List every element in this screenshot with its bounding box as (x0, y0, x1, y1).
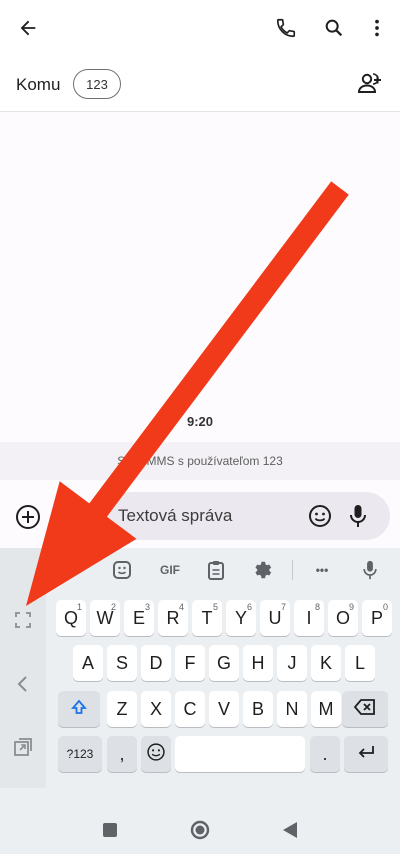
message-placeholder: Textová správa (118, 506, 233, 525)
key-u[interactable]: U7 (260, 600, 290, 636)
key-v[interactable]: V (209, 691, 239, 727)
key-c[interactable]: C (175, 691, 205, 727)
enter-icon (356, 743, 376, 766)
recipient-row: Komu 123 (0, 56, 400, 112)
message-input[interactable]: Textová správa (92, 492, 390, 540)
search-icon[interactable] (320, 14, 348, 42)
key-alt-label: 3 (144, 602, 150, 612)
key-a[interactable]: A (73, 645, 103, 681)
key-label: T (201, 607, 213, 628)
sticker-icon[interactable] (110, 558, 134, 582)
key-label: Y (234, 607, 247, 628)
gallery-icon[interactable] (58, 504, 84, 530)
backspace-icon (353, 698, 377, 721)
more-vert-icon[interactable] (363, 14, 391, 42)
gif-button[interactable]: GIF (156, 558, 184, 582)
emoji-icon[interactable] (308, 504, 332, 528)
key-k[interactable]: K (311, 645, 341, 681)
compose-bar: Textová správa (0, 480, 400, 548)
key-y[interactable]: Y6 (226, 600, 256, 636)
settings-icon[interactable] (250, 558, 274, 582)
key-m[interactable]: M (311, 691, 341, 727)
key-label: O (335, 607, 350, 628)
message-time: 9:20 (186, 414, 214, 429)
backspace-key[interactable] (342, 691, 388, 727)
toolbar-divider (292, 560, 293, 580)
period-key[interactable]: . (310, 736, 340, 772)
key-r[interactable]: R4 (158, 600, 188, 636)
key-label: Q (63, 607, 78, 628)
system-nav-bar (0, 788, 400, 854)
key-alt-label: 9 (348, 602, 354, 612)
key-alt-label: 4 (178, 602, 184, 612)
phone-icon[interactable] (272, 14, 300, 42)
key-o[interactable]: O9 (328, 600, 358, 636)
key-x[interactable]: X (141, 691, 171, 727)
back-arrow-icon[interactable] (14, 14, 42, 42)
key-t[interactable]: T5 (192, 600, 222, 636)
nav-square-icon[interactable] (102, 822, 118, 843)
key-j[interactable]: J (277, 645, 307, 681)
more-options-button[interactable]: ••• (310, 558, 334, 582)
mic-icon[interactable] (346, 503, 370, 529)
key-d[interactable]: D (141, 645, 171, 681)
space-key[interactable] (175, 736, 305, 772)
key-s[interactable]: S (107, 645, 137, 681)
key-label: I (306, 607, 312, 628)
shift-icon (70, 698, 88, 721)
shift-key[interactable] (58, 691, 100, 727)
chevron-left-icon[interactable] (11, 672, 35, 696)
app-bar (0, 0, 400, 56)
add-circle-icon[interactable] (14, 503, 42, 531)
key-n[interactable]: N (277, 691, 307, 727)
comma-key[interactable]: , (107, 736, 137, 772)
key-g[interactable]: G (209, 645, 239, 681)
emoji-key-icon (146, 742, 166, 767)
conversation-info: SMS/MMS s používateľom 123 (0, 442, 400, 480)
key-label: U (268, 607, 282, 628)
enter-key[interactable] (344, 736, 388, 772)
key-alt-label: 5 (212, 602, 218, 612)
key-f[interactable]: F (175, 645, 205, 681)
recipient-chip[interactable]: 123 (73, 69, 121, 99)
emoji-key[interactable] (141, 736, 171, 772)
key-h[interactable]: H (243, 645, 273, 681)
key-label: E (132, 607, 145, 628)
symbols-key[interactable]: ?123 (58, 736, 102, 772)
key-z[interactable]: Z (107, 691, 137, 727)
key-p[interactable]: P0 (362, 600, 392, 636)
to-label: Komu (16, 75, 61, 94)
clipboard-icon[interactable] (204, 558, 228, 582)
key-alt-label: 0 (382, 602, 388, 612)
key-label: R (166, 607, 180, 628)
key-i[interactable]: I8 (294, 600, 324, 636)
keyboard-toolbar: GIF ••• (46, 548, 400, 592)
resize-icon[interactable] (11, 735, 35, 759)
key-label: P (370, 607, 383, 628)
key-q[interactable]: Q1 (56, 600, 86, 636)
key-b[interactable]: B (243, 691, 273, 727)
voice-input-icon[interactable] (358, 558, 382, 582)
key-alt-label: 6 (246, 602, 252, 612)
nav-back-icon[interactable] (282, 821, 298, 844)
add-contact-icon[interactable] (356, 70, 384, 98)
key-alt-label: 2 (110, 602, 116, 612)
message-list[interactable] (0, 112, 400, 440)
key-alt-label: 1 (76, 602, 82, 612)
fullscreen-icon[interactable] (11, 608, 35, 632)
nav-circle-icon[interactable] (190, 820, 210, 845)
key-e[interactable]: E3 (124, 600, 154, 636)
key-w[interactable]: W2 (90, 600, 120, 636)
key-alt-label: 8 (314, 602, 320, 612)
key-alt-label: 7 (280, 602, 286, 612)
key-l[interactable]: L (345, 645, 375, 681)
